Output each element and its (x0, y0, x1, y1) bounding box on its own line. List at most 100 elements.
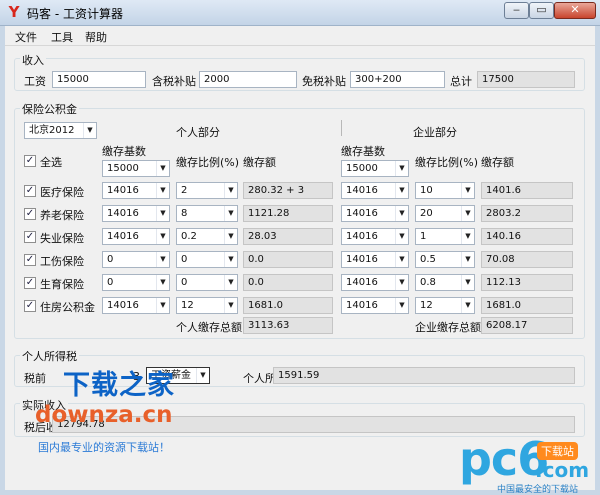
row-checkbox[interactable]: ✓ (24, 254, 36, 266)
total-label: 总计 (450, 75, 472, 88)
company-col-base: 缴存基数 (341, 145, 385, 158)
personal-ratio-select[interactable]: 0.2 ▼ (176, 228, 238, 245)
row-checkbox[interactable]: ✓ (24, 300, 36, 312)
company-amount: 2803.2 (481, 205, 573, 222)
personal-base-select-value: 14016 (107, 231, 139, 242)
window-title: 码客 - 工资计算器 (27, 7, 123, 21)
company-col-ratio: 缴存比例(%) (415, 156, 479, 169)
downza-watermark-slogan: 国内最专业的资源下载站！ (38, 441, 170, 454)
minimize-icon[interactable]: ‒ (504, 2, 529, 19)
row-checkbox[interactable]: ✓ (24, 185, 36, 197)
personal-base-select[interactable]: 14016 ▼ (102, 182, 170, 199)
personal-header: 个人部分 (176, 126, 220, 139)
personal-base-select[interactable]: 0 ▼ (102, 251, 170, 268)
personal-ratio-select-value: 12 (181, 300, 194, 311)
row-label: 工伤保险 (40, 255, 84, 268)
row-checkbox[interactable]: ✓ (24, 208, 36, 220)
company-base-select-value: 14016 (346, 254, 378, 265)
downza-watermark-title: 下载之家 (63, 370, 175, 401)
company-amount: 112.13 (481, 274, 573, 291)
personal-base-select[interactable]: 14016 ▼ (102, 228, 170, 245)
company-ratio-select[interactable]: 10 ▼ (415, 182, 475, 199)
menu-tools[interactable]: 工具 (51, 29, 73, 45)
row-checkbox[interactable]: ✓ (24, 231, 36, 243)
company-ratio-select[interactable]: 20 ▼ (415, 205, 475, 222)
company-base-select-value: 14016 (346, 231, 378, 242)
personal-ratio-select[interactable]: 0 ▼ (176, 274, 238, 291)
personal-amount: 0.0 (243, 274, 333, 291)
select-all-checkbox[interactable]: ✓ (24, 155, 36, 167)
close-icon[interactable]: ✕ (554, 2, 596, 19)
company-ratio-select[interactable]: 12 ▼ (415, 297, 475, 314)
company-base-select[interactable]: 14016 ▼ (341, 251, 409, 268)
personal-ratio-select[interactable]: 12 ▼ (176, 297, 238, 314)
company-ratio-select[interactable]: 1 ▼ (415, 228, 475, 245)
company-base-default-value: 15000 (346, 163, 378, 174)
personal-amount: 1121.28 (243, 205, 333, 222)
personal-ratio-select[interactable]: 8 ▼ (176, 205, 238, 222)
chevron-down-icon: ▼ (395, 206, 408, 221)
menu-bar: 文件 工具 帮助 (5, 26, 595, 46)
company-ratio-select-value: 0.8 (420, 277, 436, 288)
company-ratio-select[interactable]: 0.5 ▼ (415, 251, 475, 268)
company-amount: 1401.6 (481, 182, 573, 199)
taxed-allowance-label: 含税补贴 (152, 75, 196, 88)
company-base-select[interactable]: 14016 ▼ (341, 228, 409, 245)
app-icon: Y (8, 3, 20, 21)
personal-ratio-select[interactable]: 0 ▼ (176, 251, 238, 268)
personal-base-select[interactable]: 0 ▼ (102, 274, 170, 291)
chevron-down-icon: ▼ (461, 252, 474, 267)
personal-base-select[interactable]: 14016 ▼ (102, 205, 170, 222)
personal-base-select[interactable]: 14016 ▼ (102, 297, 170, 314)
personal-base-select-value: 14016 (107, 185, 139, 196)
chevron-down-icon: ▼ (156, 183, 169, 198)
chevron-down-icon: ▼ (395, 275, 408, 290)
personal-col-ratio: 缴存比例(%) (176, 156, 240, 169)
title-bar: Y 码客 - 工资计算器 ‒ ▭ ✕ (0, 0, 600, 26)
company-total-label: 企业缴存总额 (415, 321, 481, 334)
chevron-down-icon: ▼ (83, 123, 96, 138)
company-base-select[interactable]: 14016 ▼ (341, 182, 409, 199)
company-ratio-select-value: 12 (420, 300, 433, 311)
chevron-down-icon: ▼ (196, 368, 209, 383)
company-ratio-select-value: 1 (420, 231, 427, 242)
city-select-value: 北京2012 (29, 125, 75, 136)
maximize-icon[interactable]: ▭ (529, 2, 554, 19)
pc6-domain: .com (535, 458, 590, 482)
row-label: 住房公积金 (40, 301, 95, 314)
tax-threshold-label: 税前 (24, 372, 46, 385)
company-base-select[interactable]: 14016 ▼ (341, 274, 409, 291)
personal-base-default-select[interactable]: 15000 ▼ (102, 160, 170, 177)
tax-group-title: 个人所得税 (20, 348, 79, 364)
menu-file[interactable]: 文件 (15, 29, 37, 45)
personal-base-select-value: 14016 (107, 208, 139, 219)
taxfree-allowance-input[interactable]: 300+200 (350, 71, 445, 88)
personal-total-value: 3113.63 (243, 317, 333, 334)
chevron-down-icon: ▼ (156, 252, 169, 267)
chevron-down-icon: ▼ (224, 183, 237, 198)
company-amount: 70.08 (481, 251, 573, 268)
city-select[interactable]: 北京2012 ▼ (24, 122, 97, 139)
company-header: 企业部分 (413, 126, 457, 139)
personal-ratio-select-value: 2 (181, 185, 188, 196)
personal-ratio-select-value: 8 (181, 208, 188, 219)
company-total-value: 6208.17 (481, 317, 573, 334)
chevron-down-icon: ▼ (395, 298, 408, 313)
salary-input[interactable]: 15000 (52, 71, 146, 88)
chevron-down-icon: ▼ (395, 252, 408, 267)
company-ratio-select[interactable]: 0.8 ▼ (415, 274, 475, 291)
income-group-title: 收入 (20, 52, 46, 68)
company-base-select[interactable]: 14016 ▼ (341, 297, 409, 314)
client-area: 收入 工资 15000 含税补贴 2000 免税补贴 300+200 总计 17… (5, 46, 595, 495)
company-base-default-select[interactable]: 15000 ▼ (341, 160, 409, 177)
taxed-allowance-input[interactable]: 2000 (199, 71, 297, 88)
personal-amount: 280.32 + 3 (243, 182, 333, 199)
chevron-down-icon: ▼ (461, 298, 474, 313)
tax-value: 1591.59 (273, 367, 575, 384)
menu-help[interactable]: 帮助 (85, 29, 107, 45)
total-value: 17500 (477, 71, 575, 88)
company-base-select[interactable]: 14016 ▼ (341, 205, 409, 222)
row-checkbox[interactable]: ✓ (24, 277, 36, 289)
personal-ratio-select[interactable]: 2 ▼ (176, 182, 238, 199)
personal-base-select-value: 0 (107, 254, 114, 265)
